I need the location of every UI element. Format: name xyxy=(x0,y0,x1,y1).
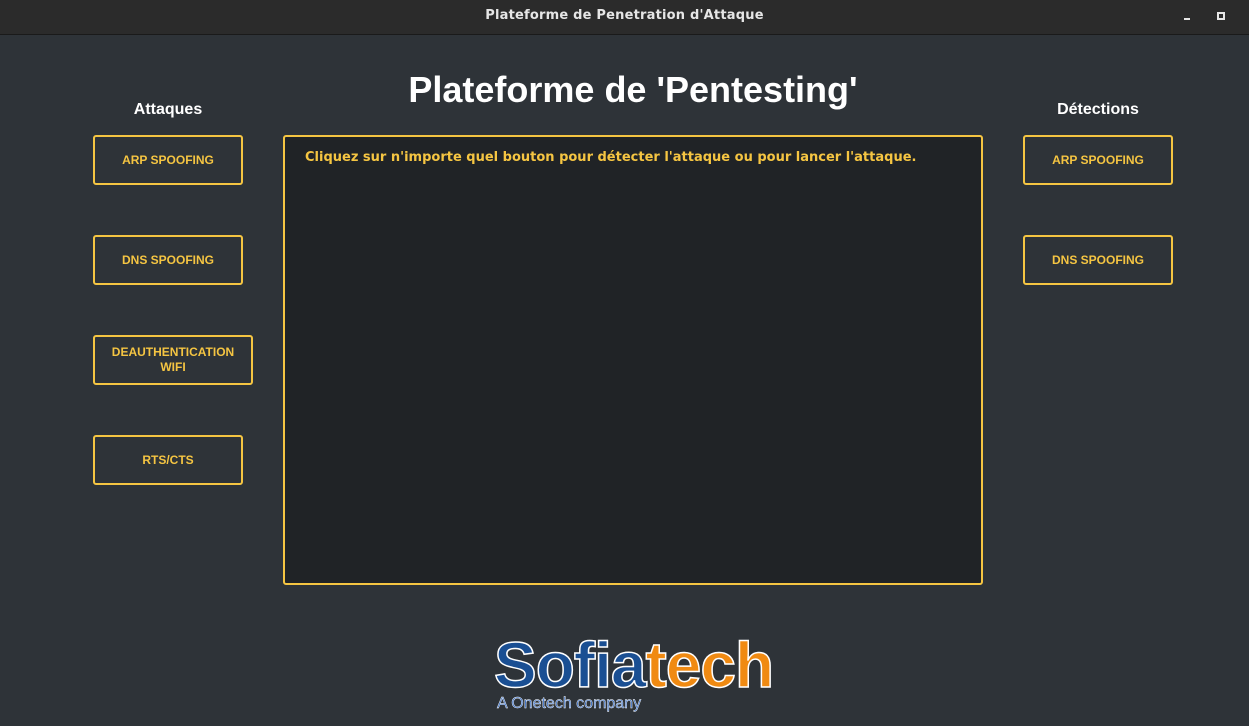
page-title: Plateforme de 'Pentesting' xyxy=(408,69,858,110)
minimize-icon[interactable] xyxy=(1179,9,1195,25)
output-message: Cliquez sur n'importe quel bouton pour d… xyxy=(305,150,917,165)
app-window: Plateforme de Penetration d'Attaque Plat… xyxy=(0,0,1249,726)
title-bar: Plateforme de Penetration d'Attaque xyxy=(0,0,1249,35)
sofiatech-logo: Sofiatech A Onetech company xyxy=(493,629,834,720)
detect-dns-spoofing-button[interactable]: DNS SPOOFING xyxy=(1023,235,1173,285)
attacks-heading: Attaques xyxy=(133,101,203,118)
detect-arp-spoofing-button[interactable]: ARP SPOOFING xyxy=(1023,135,1173,185)
logo-brand-part1: Sofia xyxy=(493,629,647,701)
attack-arp-spoofing-button[interactable]: ARP SPOOFING xyxy=(93,135,243,185)
detections-heading: Détections xyxy=(1057,101,1139,118)
attack-rts-cts-button[interactable]: RTS/CTS xyxy=(93,435,243,485)
logo-brand-part2: tech xyxy=(645,629,775,701)
window-title: Plateforme de Penetration d'Attaque xyxy=(485,8,764,23)
maximize-icon[interactable] xyxy=(1213,9,1229,25)
attack-deauthentication-wifi-button[interactable]: DEAUTHENTICATION WIFI xyxy=(93,335,253,385)
logo-tagline: A Onetech company xyxy=(497,695,642,712)
output-panel[interactable]: Cliquez sur n'importe quel bouton pour d… xyxy=(283,135,983,585)
logo-wordmark: Sofiatech xyxy=(493,629,775,701)
attack-dns-spoofing-button[interactable]: DNS SPOOFING xyxy=(93,235,243,285)
